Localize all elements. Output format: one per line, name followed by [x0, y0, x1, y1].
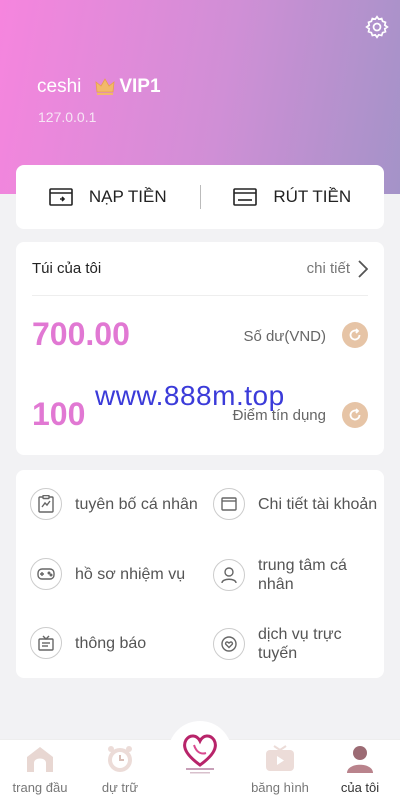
- balance-value: 700.00: [32, 316, 130, 352]
- deposit-icon: [49, 188, 73, 206]
- ip-address: 127.0.0.1: [38, 109, 97, 125]
- wallet-icon: [213, 488, 245, 520]
- wallet-title: Túi của tôi: [32, 260, 102, 277]
- menu-item-personal-center[interactable]: trung tâm cá nhân: [213, 556, 368, 594]
- chart-icon: [30, 488, 62, 520]
- gear-icon[interactable]: [364, 14, 390, 40]
- username: ceshi: [37, 76, 82, 97]
- credit-value: 100: [32, 396, 86, 432]
- balance-label: Số dư(VND): [243, 328, 326, 345]
- username-row: ceshi VIP1: [37, 76, 161, 98]
- menu-item-label: dịch vụ trực tuyến: [258, 626, 342, 662]
- chevron-right-icon: [358, 259, 368, 278]
- deposit-button[interactable]: NẠP TIỀN: [16, 165, 200, 229]
- clock-icon: [105, 744, 135, 774]
- deposit-label: NẠP TIỀN: [88, 187, 167, 206]
- home-icon: [25, 744, 55, 774]
- refresh-credit-button[interactable]: [342, 402, 368, 428]
- refresh-icon: [349, 328, 361, 341]
- vip-level: VIP1: [119, 76, 161, 97]
- menu-item-online-service[interactable]: dịch vụ trực tuyến: [213, 625, 368, 663]
- menu-item-label: thông báo: [75, 634, 147, 652]
- wallet-card: Túi của tôi chi tiết 700.00 Số dư(VND) 1…: [16, 242, 384, 455]
- user-icon: [345, 744, 375, 774]
- wallet-detail-label: chi tiết: [306, 260, 350, 277]
- tab-screen[interactable]: băng hình: [240, 740, 320, 799]
- crown-icon: [95, 78, 115, 95]
- wallet-header: Túi của tôi chi tiết: [32, 242, 368, 296]
- withdraw-button[interactable]: RÚT TIỀN: [201, 165, 385, 229]
- center-logo-button[interactable]: [168, 721, 232, 785]
- menu-item-account-detail[interactable]: Chi tiết tài khoản: [213, 488, 377, 520]
- tab-home[interactable]: trang đầu: [0, 740, 80, 799]
- withdraw-label: RÚT TIỀN: [273, 187, 352, 206]
- brand-logo-icon: [183, 734, 217, 774]
- tab-label: dự trữ: [101, 780, 139, 795]
- deposit-withdraw-card: NẠP TIỀN RÚT TIỀN: [16, 165, 384, 229]
- user-icon: [213, 559, 245, 591]
- refresh-icon: [349, 408, 361, 421]
- menu-item-task-record[interactable]: hồ sơ nhiệm vụ: [30, 558, 185, 590]
- tab-label: của tôi: [340, 780, 380, 795]
- menu-item-label: Chi tiết tài khoản: [258, 495, 378, 513]
- menu-item-statement[interactable]: tuyên bố cá nhân: [30, 488, 198, 520]
- withdraw-icon: [233, 188, 258, 206]
- gamepad-icon: [30, 558, 62, 590]
- tab-label: trang đầu: [12, 780, 68, 795]
- video-icon: [265, 744, 295, 774]
- menu-item-notice[interactable]: thông báo: [30, 627, 146, 659]
- menu-card: tuyên bố cá nhân Chi tiết tài khoản hồ s…: [16, 470, 384, 678]
- menu-item-label: trung tâm cá nhân: [258, 557, 347, 593]
- watermark-text: www.888m.top: [95, 380, 285, 411]
- tab-mine[interactable]: của tôi: [320, 740, 400, 799]
- tab-reserve[interactable]: dự trữ: [80, 740, 160, 799]
- menu-item-label: hồ sơ nhiệm vụ: [75, 565, 186, 583]
- tab-label: băng hình: [251, 780, 309, 795]
- notice-icon: [30, 627, 62, 659]
- menu-item-label: tuyên bố cá nhân: [75, 495, 198, 513]
- refresh-balance-button[interactable]: [342, 322, 368, 348]
- wallet-detail-link[interactable]: chi tiết: [306, 259, 368, 278]
- heart-chat-icon: [213, 628, 245, 660]
